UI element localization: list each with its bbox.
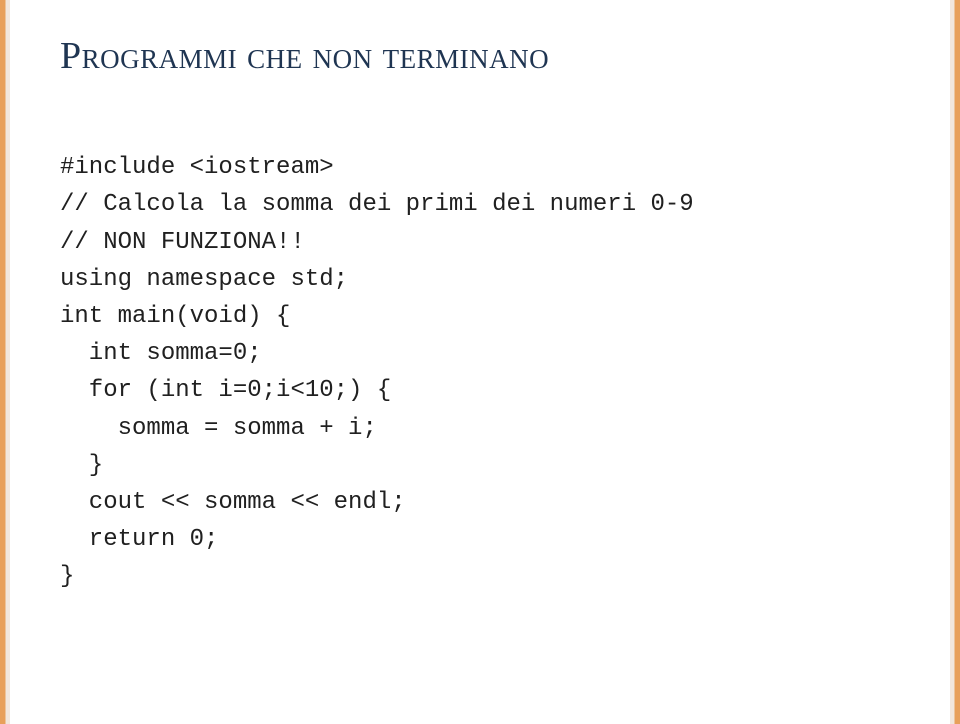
code-line: } [60,452,103,479]
slide-content: Programmi che non terminano #include <io… [60,34,900,633]
slide-title: Programmi che non terminano [60,34,900,78]
code-line: // NON FUNZIONA!! [60,229,305,256]
code-line: // Calcola la somma dei primi dei numeri… [60,191,694,218]
slide-page: Programmi che non terminano #include <io… [0,0,960,724]
code-line: int somma=0; [60,340,262,367]
decorative-stripe-left [0,0,10,724]
code-line: } [60,563,74,590]
code-block: #include <iostream> // Calcola la somma … [60,112,900,633]
code-line: somma = somma + i; [60,415,377,442]
code-line: using namespace std; [60,266,348,293]
code-line: return 0; [60,526,218,553]
decorative-stripe-right [950,0,960,724]
code-line: cout << somma << endl; [60,489,406,516]
code-line: #include <iostream> [60,154,334,181]
code-line: int main(void) { [60,303,290,330]
code-line: for (int i=0;i<10;) { [60,377,391,404]
